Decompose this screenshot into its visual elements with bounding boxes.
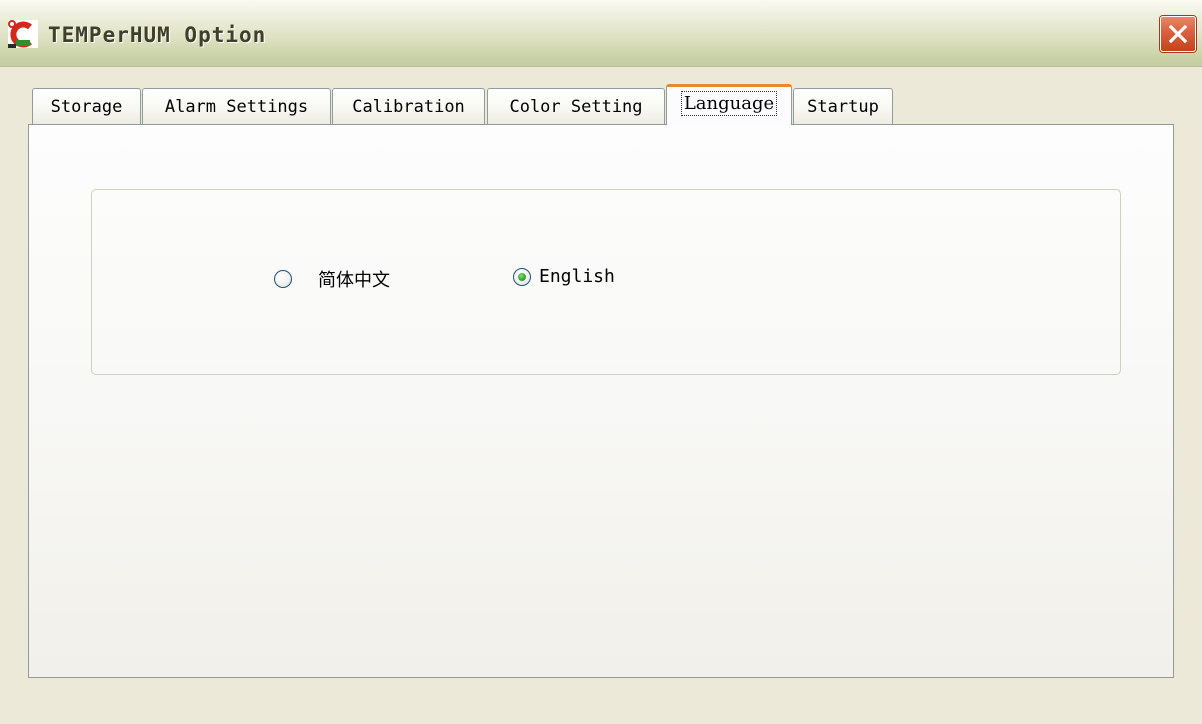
- tab-language[interactable]: Language: [666, 84, 792, 125]
- radio-button-checked[interactable]: [513, 267, 531, 286]
- radio-chinese[interactable]: 简体中文: [274, 266, 390, 292]
- tab-strip: Storage Alarm Settings Calibration Color…: [32, 84, 932, 126]
- temperature-app-icon: [8, 20, 38, 48]
- tab-storage[interactable]: Storage: [32, 88, 141, 124]
- radio-english-label: English: [539, 266, 615, 287]
- radio-button[interactable]: [274, 270, 292, 288]
- close-button[interactable]: [1160, 16, 1196, 52]
- options-window: TEMPerHUM Option Storage Alarm Settings …: [0, 0, 1202, 724]
- radio-chinese-label: 简体中文: [318, 270, 390, 291]
- tab-label: Calibration: [352, 96, 465, 117]
- tab-calibration[interactable]: Calibration: [332, 88, 485, 124]
- tab-label: Color Setting: [509, 96, 643, 117]
- close-icon: [1168, 24, 1188, 44]
- tab-panel-language: 简体中文 English: [28, 124, 1174, 678]
- window-title: TEMPerHUM Option: [48, 23, 267, 47]
- tab-label: Storage: [50, 96, 123, 117]
- tab-startup[interactable]: Startup: [793, 88, 893, 124]
- language-group: 简体中文 English: [91, 189, 1121, 375]
- tab-alarm-settings[interactable]: Alarm Settings: [142, 88, 331, 124]
- tab-label: Language: [680, 90, 778, 116]
- tab-label: Startup: [807, 96, 879, 117]
- radio-english[interactable]: English: [513, 266, 615, 287]
- tab-color-setting[interactable]: Color Setting: [487, 88, 665, 124]
- tab-label: Alarm Settings: [164, 96, 309, 117]
- title-bar[interactable]: TEMPerHUM Option: [0, 0, 1202, 67]
